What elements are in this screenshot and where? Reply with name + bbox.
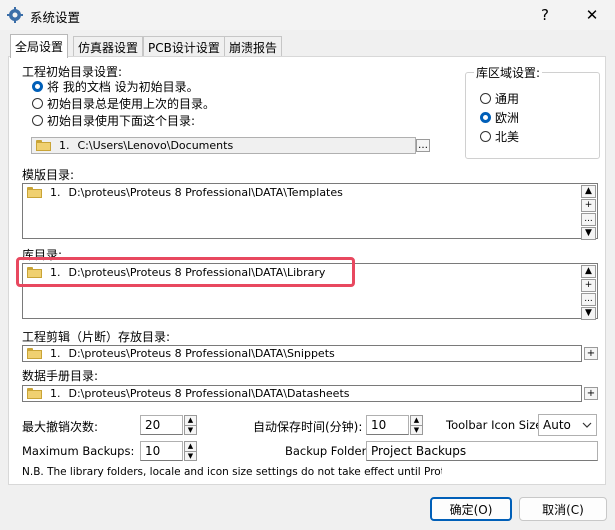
datasheets-path: D:\proteus\Proteus 8 Professional\DATA\D… <box>68 387 350 400</box>
autosave-label: 自动保存时间(分钟): <box>253 420 363 434</box>
move-down-button[interactable]: ▼ <box>581 227 596 240</box>
radio-mydocuments-label: 将 我的文档 设为初始目录。 <box>47 80 199 94</box>
max-undo-input[interactable]: 20 <box>140 415 183 435</box>
autosave-input[interactable]: 10 <box>366 415 409 435</box>
title-bar: 系统设置 ? ✕ <box>0 0 615 30</box>
move-up-button[interactable]: ▲ <box>581 185 596 198</box>
more-button[interactable]: ... <box>581 293 596 306</box>
datasheets-label: 数据手册目录: <box>22 369 99 383</box>
move-up-button[interactable]: ▲ <box>581 265 596 278</box>
radio-last-dir-label: 初始目录总是使用上次的目录。 <box>47 97 216 111</box>
radio-last-dir[interactable] <box>32 98 43 109</box>
radio-locale-europe[interactable] <box>480 112 491 123</box>
spin-up-icon[interactable]: ▲ <box>185 442 196 452</box>
max-backups-input[interactable]: 10 <box>140 441 183 461</box>
custom-dir-field[interactable]: 1. C:\Users\Lenovo\Documents <box>31 137 416 154</box>
chevron-down-icon <box>582 422 592 428</box>
radio-custom-dir-label: 初始目录使用下面这个目录: <box>47 114 196 128</box>
backup-folder-input[interactable]: Project Backups <box>366 441 598 461</box>
spin-down-icon[interactable]: ▼ <box>185 452 196 461</box>
add-button[interactable]: + <box>581 199 596 212</box>
custom-dir-path: C:\Users\Lenovo\Documents <box>77 139 234 152</box>
templates-buttons: ▲ + ... ▼ <box>581 185 596 241</box>
ok-button[interactable]: 确定(O) <box>430 497 512 521</box>
radio-locale-north-america[interactable] <box>480 131 491 142</box>
list-item[interactable]: 1. D:\proteus\Proteus 8 Professional\DAT… <box>23 185 597 200</box>
max-undo-stepper[interactable]: ▲ ▼ <box>184 415 197 435</box>
radio-custom-dir[interactable] <box>32 115 43 126</box>
toolbar-icon-size-value: Auto <box>543 418 571 432</box>
help-button[interactable]: ? <box>531 4 559 26</box>
radio-locale-north-america-label: 北美 <box>495 130 520 144</box>
path-index: 1. <box>50 387 61 400</box>
locale-label: 库区域设置: <box>474 64 543 81</box>
add-button[interactable]: + <box>581 279 596 292</box>
backup-folder-label: Backup Folder: <box>285 444 371 458</box>
folder-icon <box>27 348 42 359</box>
browse-button[interactable]: … <box>416 139 430 152</box>
highlight-box <box>16 257 355 287</box>
radio-locale-europe-label: 欧洲 <box>495 111 520 125</box>
snippets-add-button[interactable]: + <box>584 347 598 360</box>
spin-up-icon[interactable]: ▲ <box>411 416 422 426</box>
radio-mydocuments[interactable] <box>32 81 43 92</box>
templates-label: 模版目录: <box>22 168 75 182</box>
toolbar-icon-size-label: Toolbar Icon Size: <box>446 418 547 432</box>
move-down-button[interactable]: ▼ <box>581 307 596 320</box>
spin-down-icon[interactable]: ▼ <box>411 426 422 435</box>
datasheets-field[interactable]: 1. D:\proteus\Proteus 8 Professional\DAT… <box>22 385 582 402</box>
library-buttons: ▲ + ... ▼ <box>581 265 596 321</box>
restart-note: N.B. The library folders, locale and ico… <box>22 466 442 478</box>
radio-locale-generic[interactable] <box>480 93 491 104</box>
max-undo-label: 最大撤销次数: <box>22 420 99 434</box>
folder-icon <box>36 140 51 151</box>
radio-locale-generic-label: 通用 <box>495 92 520 106</box>
snippets-field[interactable]: 1. D:\proteus\Proteus 8 Professional\DAT… <box>22 345 582 362</box>
cancel-button[interactable]: 取消(C) <box>519 497 607 521</box>
folder-icon <box>27 388 42 399</box>
close-button[interactable]: ✕ <box>578 4 606 26</box>
tab-simulator-settings[interactable]: 仿真器设置 <box>73 36 144 57</box>
templates-path: D:\proteus\Proteus 8 Professional\DATA\T… <box>68 186 343 199</box>
snippets-path: D:\proteus\Proteus 8 Professional\DATA\S… <box>68 347 335 360</box>
snippets-label: 工程剪辑（片断）存放目录: <box>22 330 171 344</box>
spin-down-icon[interactable]: ▼ <box>185 426 196 435</box>
tab-crash-report[interactable]: 崩溃报告 <box>224 36 283 57</box>
path-index: 1. <box>59 139 70 152</box>
path-index: 1. <box>50 186 61 199</box>
app-gear-icon <box>7 7 23 23</box>
max-backups-label: Maximum Backups: <box>22 444 135 458</box>
spin-up-icon[interactable]: ▲ <box>185 416 196 426</box>
tab-global-settings[interactable]: 全局设置 <box>10 34 69 58</box>
templates-list[interactable]: 1. D:\proteus\Proteus 8 Professional\DAT… <box>22 183 598 241</box>
folder-icon <box>27 187 42 198</box>
more-button[interactable]: ... <box>581 213 596 226</box>
path-index: 1. <box>50 347 61 360</box>
max-backups-stepper[interactable]: ▲ ▼ <box>184 441 197 461</box>
tab-pcb-design-settings[interactable]: PCB设计设置 <box>143 36 225 57</box>
window-title: 系统设置 <box>30 10 81 25</box>
autosave-stepper[interactable]: ▲ ▼ <box>410 415 423 435</box>
toolbar-icon-size-select[interactable]: Auto <box>538 414 597 436</box>
datasheets-add-button[interactable]: + <box>584 387 598 400</box>
